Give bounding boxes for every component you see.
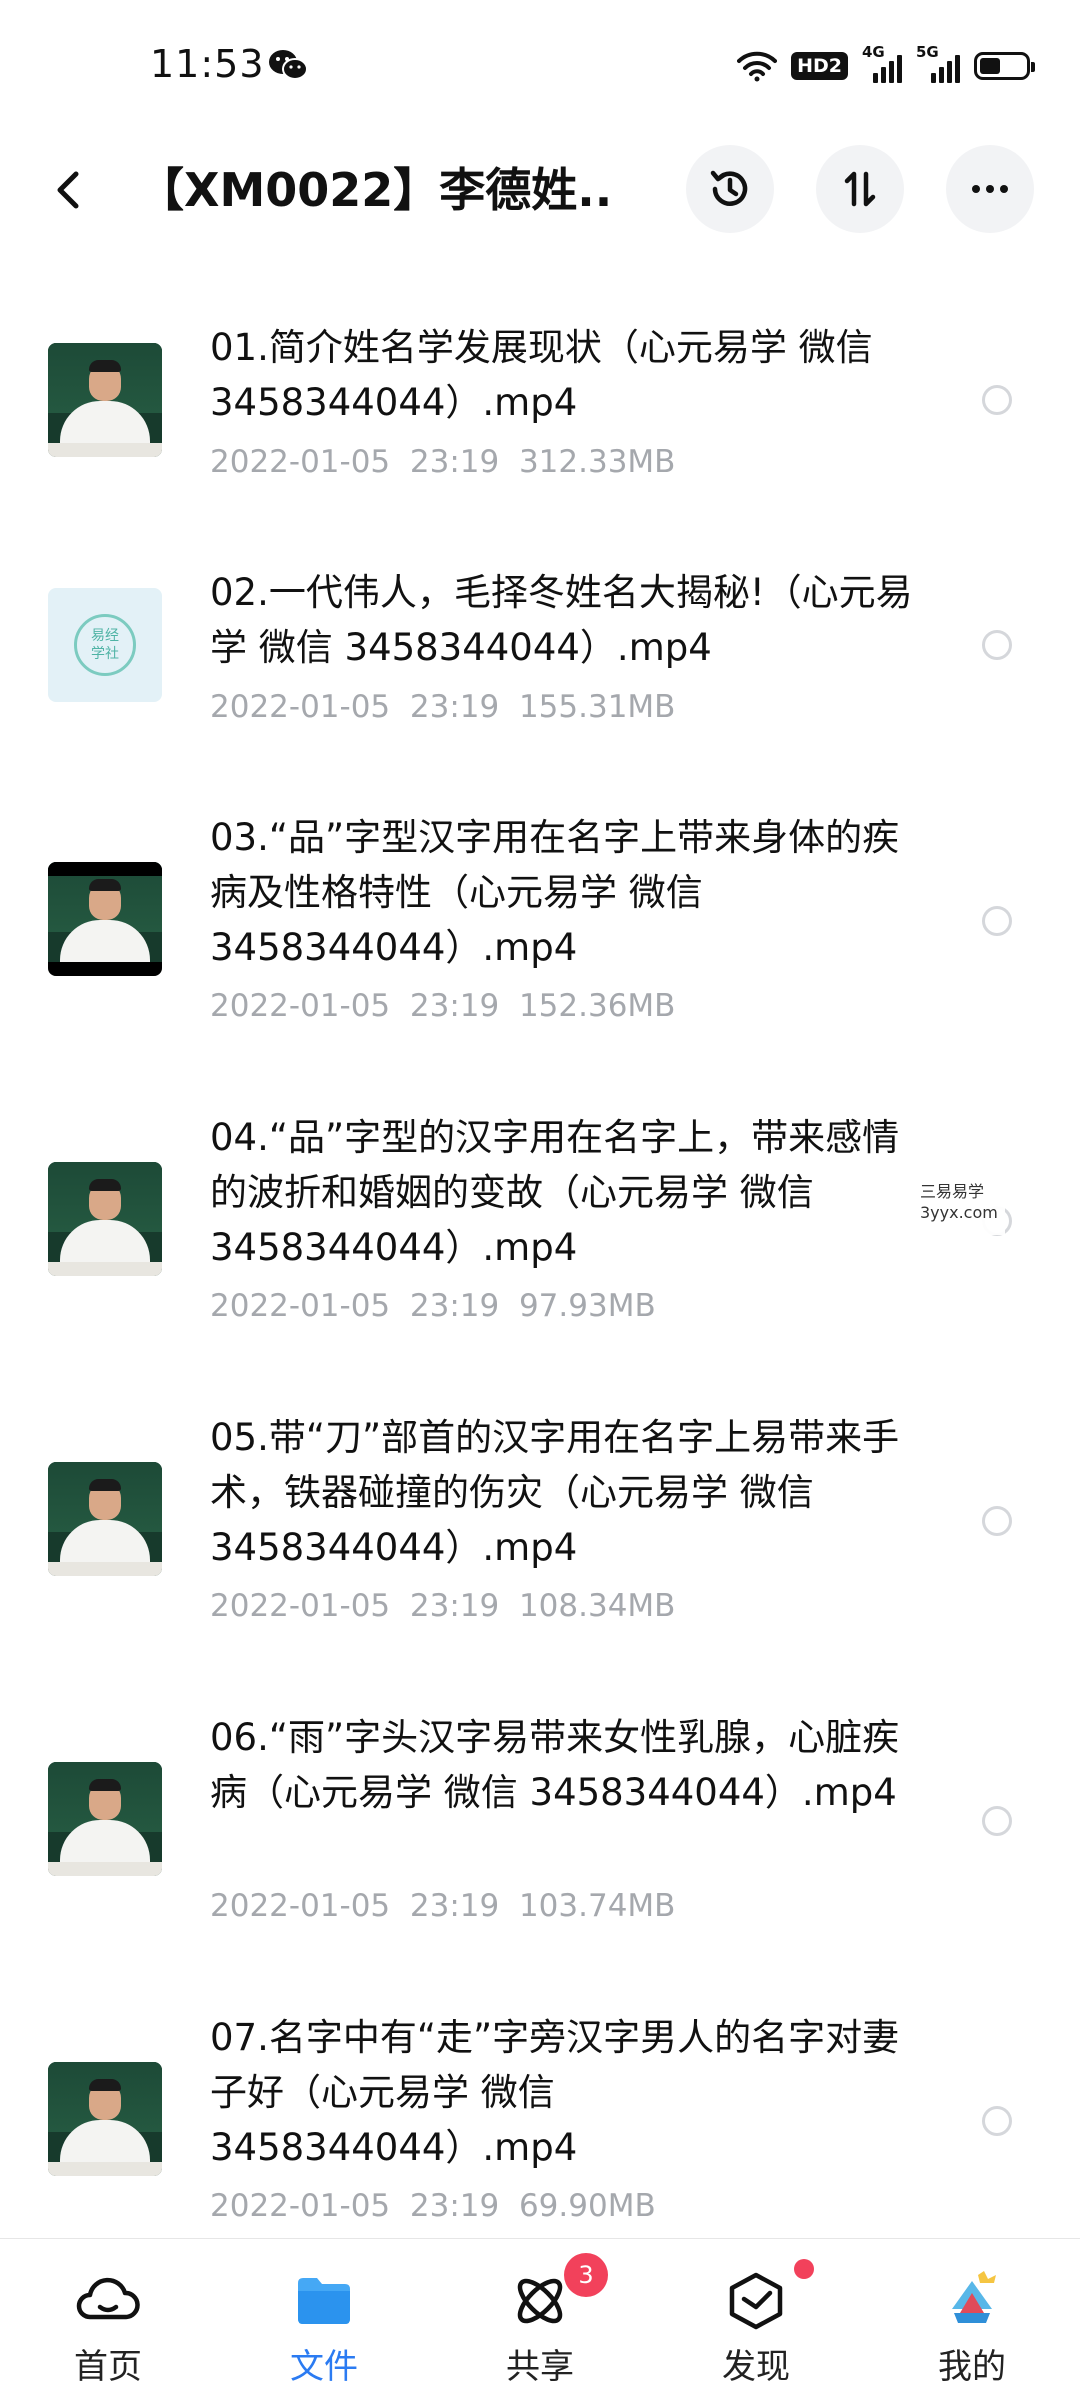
sort-button[interactable]: [816, 145, 904, 233]
watermark-text: 三易易学: [920, 1182, 985, 1201]
select-radio[interactable]: [982, 906, 1012, 936]
logo-text: 易经: [91, 628, 119, 644]
notification-dot: [794, 2259, 814, 2279]
file-time: 23:19: [409, 2188, 500, 2224]
signal-icon: 5G: [916, 43, 960, 83]
file-date: 2022-01-05: [210, 988, 391, 1024]
file-name: 04.“品”字型的汉字用在名字上，带来感情的波折和婚姻的变故（心元易学 微信 3…: [210, 1116, 900, 1269]
nav-item-home[interactable]: 首页: [0, 2239, 216, 2401]
status-time: 11:53: [150, 42, 265, 86]
nav-item-profile[interactable]: 我的: [864, 2239, 1080, 2401]
file-meta: 2022-01-05 23:19 108.34MB: [210, 1588, 675, 1624]
file-list: 01.简介姓名学发展现状（心元易学 微信 3458344044）.mp4 202…: [0, 245, 1080, 2235]
file-name: 07.名字中有“走”字旁汉字男人的名字对妻子好（心元易学 微信 34583440…: [210, 2016, 900, 2169]
share-atom-icon: [517, 2278, 563, 2324]
status-bar: 11:53 HD2 4G 5G: [0, 0, 1080, 135]
file-name: 03.“品”字型汉字用在名字上带来身体的疾病及性格特性（心元易学 微信 3458…: [210, 816, 900, 969]
wechat-icon: [269, 50, 308, 80]
file-time: 23:19: [409, 444, 500, 480]
signal-icon: 4G: [862, 43, 902, 83]
profile-avatar-icon: [952, 2271, 996, 2323]
nav-item-share[interactable]: 3 共享: [432, 2239, 648, 2401]
yijing-logo-icon: 易经 学社: [74, 614, 136, 676]
file-date: 2022-01-05: [210, 1588, 391, 1624]
file-name: 05.带“刀”部首的汉字用在名字上易带来手术，铁器碰撞的伤灾（心元易学 微信 3…: [210, 1416, 900, 1569]
file-meta: 2022-01-05 23:19 97.93MB: [210, 1288, 656, 1324]
wifi-icon: [737, 51, 778, 82]
page-title: 【XM0022】李德姓...: [138, 163, 608, 217]
video-thumbnail: [48, 1762, 162, 1876]
file-time: 23:19: [409, 1588, 500, 1624]
file-size: 155.31MB: [518, 689, 676, 725]
hd-badge: HD2: [791, 52, 848, 80]
video-thumbnail: [48, 2062, 162, 2176]
discover-box-icon: [729, 2272, 783, 2330]
header: 【XM0022】李德姓...: [0, 135, 1080, 245]
battery-icon: [974, 52, 1035, 80]
file-size: 103.74MB: [518, 1888, 676, 1924]
logo-thumbnail: 易经 学社: [48, 588, 162, 702]
nav-label: 首页: [74, 2347, 142, 2387]
file-name: 01.简介姓名学发展现状（心元易学 微信 3458344044）.mp4: [210, 326, 873, 424]
select-radio[interactable]: [982, 630, 1012, 660]
nav-item-discover[interactable]: 发现: [648, 2239, 864, 2401]
select-radio[interactable]: [982, 1806, 1012, 1836]
file-size: 97.93MB: [518, 1288, 656, 1324]
video-thumbnail: [48, 1162, 162, 1276]
select-radio[interactable]: [982, 2106, 1012, 2136]
file-meta: 2022-01-05 23:19 69.90MB: [210, 2188, 656, 2224]
file-date: 2022-01-05: [210, 1888, 391, 1924]
video-thumbnail: [48, 343, 162, 457]
nav-label: 共享: [506, 2347, 574, 2387]
file-meta: 2022-01-05 23:19 152.36MB: [210, 988, 675, 1024]
file-size: 108.34MB: [518, 1588, 676, 1624]
select-radio[interactable]: [982, 385, 1012, 415]
logo-text: 学社: [91, 646, 119, 662]
more-icon: [972, 185, 1008, 193]
file-name: 02.一代伟人，毛择冬姓名大揭秘!（心元易学 微信 3458344044）.mp…: [210, 571, 913, 669]
folder-icon: [298, 2278, 350, 2324]
signal-label-4g: 4G: [862, 43, 885, 61]
nav-label: 发现: [722, 2347, 790, 2387]
file-date: 2022-01-05: [210, 2188, 391, 2224]
nav-item-files[interactable]: 文件: [216, 2239, 432, 2401]
home-cloud-icon: [76, 2277, 140, 2320]
status-icons: HD2 4G 5G: [737, 43, 1035, 86]
file-size: 69.90MB: [518, 2188, 656, 2224]
sort-icon: [844, 171, 876, 207]
file-time: 23:19: [409, 1888, 500, 1924]
file-meta: 2022-01-05 23:19 155.31MB: [210, 689, 675, 725]
file-name: 06.“雨”字头汉字易带来女性乳腺，心脏疾病（心元易学 微信 345834404…: [210, 1716, 900, 1814]
nav-label: 我的: [938, 2347, 1006, 2387]
select-radio[interactable]: [982, 1506, 1012, 1536]
history-button[interactable]: [686, 145, 774, 233]
nav-label: 文件: [290, 2347, 358, 2387]
back-arrow-icon[interactable]: [40, 160, 100, 220]
file-date: 2022-01-05: [210, 444, 391, 480]
watermark-url: 3yyx.com: [920, 1203, 998, 1222]
notification-badge: 3: [564, 2253, 608, 2297]
file-date: 2022-01-05: [210, 1288, 391, 1324]
file-time: 23:19: [409, 1288, 500, 1324]
bottom-nav: 首页 文件 3 共享 发现 我的: [0, 2238, 1080, 2401]
video-thumbnail: [48, 862, 162, 976]
file-meta: 2022-01-05 23:19 312.33MB: [210, 444, 675, 480]
video-thumbnail: [48, 1462, 162, 1576]
signal-label-5g: 5G: [916, 43, 939, 61]
file-time: 23:19: [409, 988, 500, 1024]
file-time: 23:19: [409, 689, 500, 725]
file-date: 2022-01-05: [210, 689, 391, 725]
battery-fill: [980, 58, 1000, 74]
file-size: 312.33MB: [518, 444, 676, 480]
more-button[interactable]: [946, 145, 1034, 233]
file-size: 152.36MB: [518, 988, 676, 1024]
file-meta: 2022-01-05 23:19 103.74MB: [210, 1888, 675, 1924]
history-icon: [710, 170, 748, 206]
